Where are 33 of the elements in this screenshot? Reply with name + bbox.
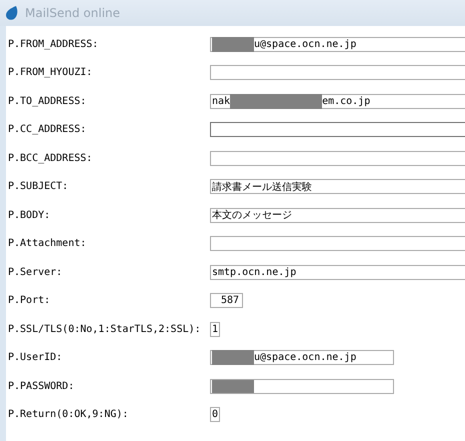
field-label: P.FROM_ADDRESS: (7, 38, 100, 50)
field-label: P.TO_ADDRESS: (7, 96, 88, 107)
drop-icon (5, 5, 19, 21)
field-label: P.PASSWORD: (7, 380, 76, 392)
field-label: P.BODY: (7, 210, 52, 221)
field-label: P.BCC_ADDRESS: (7, 152, 94, 164)
input-field[interactable] (210, 65, 465, 80)
input-field[interactable] (210, 378, 394, 394)
window-title: MailSend online (25, 6, 120, 20)
field-label: P.Attachment: (7, 238, 88, 250)
field-label: P.UserID: (7, 352, 64, 364)
input-field[interactable]: 1 (210, 322, 220, 337)
input-field[interactable] (210, 150, 465, 166)
input-field[interactable]: 587 (210, 293, 243, 308)
input-field[interactable]: 本文のメッセージ (210, 208, 465, 223)
redaction-block (212, 36, 254, 52)
field-label: P.SSL/TLS(0:No,1:StarTLS,2:SSL): (7, 324, 202, 335)
input-field[interactable]: u@space.ocn.ne.jp (210, 36, 465, 52)
field-label: P.CC_ADDRESS: (7, 124, 88, 136)
input-field[interactable] (210, 236, 465, 252)
field-label: P.FROM_HYOUZI: (7, 67, 94, 78)
input-field[interactable]: 請求書メール送信実験 (210, 179, 465, 194)
input-field[interactable]: smtp.ocn.ne.jp (210, 264, 465, 280)
input-field[interactable]: u@space.ocn.ne.jp (210, 350, 394, 366)
field-label: P.Port: (7, 295, 52, 306)
redaction-block (212, 350, 254, 366)
field-label: P.Server: (7, 266, 64, 278)
input-field[interactable] (210, 122, 465, 138)
input-field[interactable]: 0 (210, 407, 220, 422)
field-label: P.Return(0:OK,9:NG): (7, 409, 130, 420)
redaction-block (212, 380, 254, 393)
input-field[interactable]: nak em.co.jp (210, 94, 465, 109)
field-label: P.SUBJECT: (7, 181, 70, 192)
